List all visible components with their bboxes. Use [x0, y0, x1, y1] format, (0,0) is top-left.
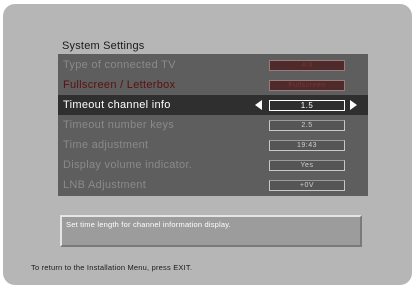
menu-row-volume-indicator[interactable]: Display volume indicator. Yes [58, 155, 368, 175]
menu-row-label: Timeout channel info [63, 99, 171, 111]
menu-row-value: 1.5 [269, 99, 345, 111]
menu-row-value: 4/3 [269, 59, 345, 71]
footer-instruction: To return to the Installation Menu, pres… [31, 263, 193, 272]
help-text: Set time length for channel information … [66, 220, 231, 229]
menu-row-timeout-number-keys[interactable]: Timeout number keys 2.5 [58, 115, 368, 135]
menu-row-label: Display volume indicator. [63, 159, 193, 171]
menu-row-value: 19:43 [269, 139, 345, 151]
help-box: Set time length for channel information … [60, 215, 362, 247]
menu-row-value: +0V [269, 179, 345, 191]
menu-row-label: LNB Adjustment [63, 179, 147, 191]
menu-row-timeout-channel-info[interactable]: Timeout channel info 1.5 [58, 95, 368, 115]
menu-row-label: Type of connected TV [63, 59, 176, 71]
menu-row-label: Timeout number keys [63, 119, 175, 131]
menu-row-tv-type[interactable]: Type of connected TV 4/3 [58, 55, 368, 75]
menu-row-value: 2.5 [269, 119, 345, 131]
tv-screen: System Settings Type of connected TV 4/3… [3, 4, 412, 285]
menu-row-value: Fullscreen [269, 79, 345, 91]
settings-menu: Type of connected TV 4/3 Fullscreen / Le… [58, 54, 368, 196]
menu-row-label: Fullscreen / Letterbox [63, 79, 176, 91]
menu-row-fullscreen-letterbox[interactable]: Fullscreen / Letterbox Fullscreen [58, 75, 368, 95]
menu-row-value: Yes [269, 159, 345, 171]
page-title: System Settings [62, 40, 145, 52]
triangle-right-icon[interactable] [350, 100, 357, 110]
menu-row-label: Time adjustment [63, 139, 149, 151]
menu-row-time-adjustment[interactable]: Time adjustment 19:43 [58, 135, 368, 155]
menu-row-lnb-adjustment[interactable]: LNB Adjustment +0V [58, 175, 368, 195]
triangle-left-icon[interactable] [255, 100, 262, 110]
